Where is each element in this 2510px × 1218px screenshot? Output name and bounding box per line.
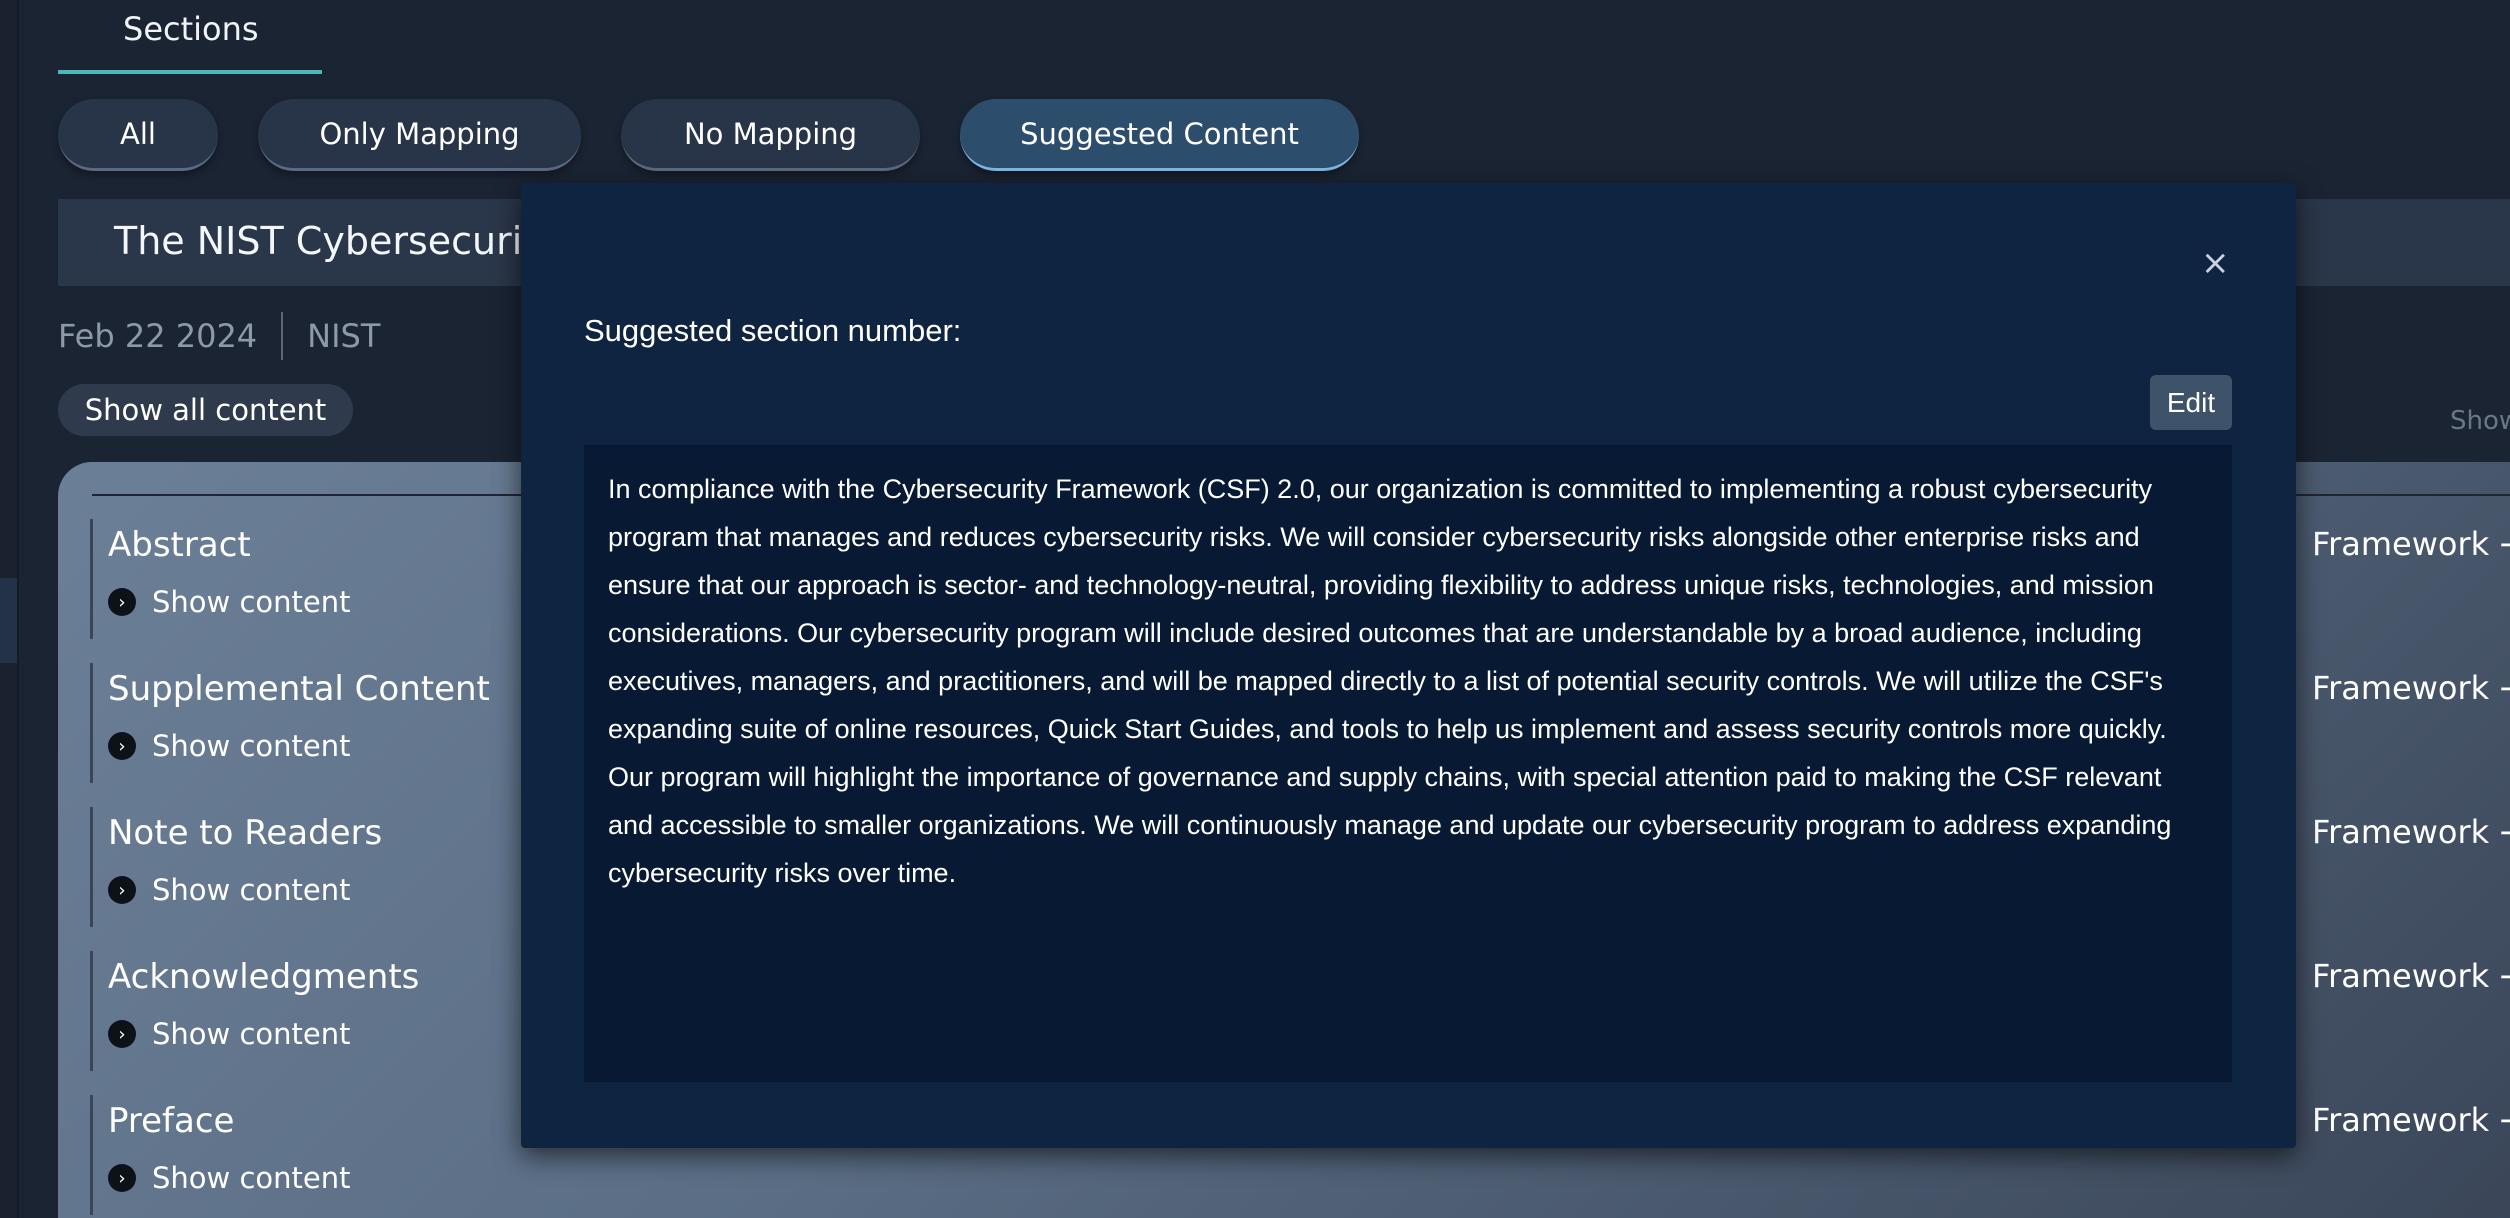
framework-link[interactable]: Framework →: [2312, 669, 2510, 707]
section-title: Note to Readers: [108, 813, 383, 853]
section-title: Preface: [108, 1101, 235, 1141]
left-nav-strip: [0, 0, 19, 1218]
suggested-section-label: Suggested section number:: [584, 313, 962, 348]
suggested-content-modal: × Suggested section number: Edit In comp…: [521, 183, 2296, 1148]
show-content-label: Show content: [152, 1161, 351, 1195]
chevron-right-icon: ›: [108, 876, 136, 904]
show-content-label: Show content: [152, 1017, 351, 1051]
show-content-toggle[interactable]: › Show content: [108, 1161, 351, 1195]
document-meta: Feb 22 2024 NIST: [58, 312, 380, 360]
section-title: Acknowledgments: [108, 957, 420, 997]
filter-no-mapping-button[interactable]: No Mapping: [621, 99, 920, 171]
tab-sections-label: Sections: [123, 10, 259, 48]
document-source: NIST: [307, 317, 381, 355]
show-content-label: Show content: [152, 729, 351, 763]
section-title: Abstract: [108, 525, 251, 565]
suggested-content-text[interactable]: In compliance with the Cybersecurity Fra…: [584, 445, 2232, 1082]
show-content-toggle[interactable]: › Show content: [108, 1017, 351, 1051]
show-right-label[interactable]: Show: [2450, 406, 2510, 436]
document-date: Feb 22 2024: [58, 317, 258, 355]
framework-link[interactable]: Framework →: [2312, 1101, 2510, 1139]
filter-all-button[interactable]: All: [58, 99, 218, 171]
arrow-right-icon: →: [2499, 669, 2510, 707]
framework-link[interactable]: Framework →: [2312, 813, 2510, 851]
chevron-right-icon: ›: [108, 1020, 136, 1048]
framework-link[interactable]: Framework →: [2312, 525, 2510, 563]
show-all-content-button[interactable]: Show all content: [58, 384, 353, 436]
chevron-right-icon: ›: [108, 732, 136, 760]
arrow-right-icon: →: [2499, 525, 2510, 563]
close-icon[interactable]: ×: [2201, 243, 2230, 283]
show-content-label: Show content: [152, 873, 351, 907]
show-content-toggle[interactable]: › Show content: [108, 585, 351, 619]
section-title: Supplemental Content: [108, 669, 490, 709]
arrow-right-icon: →: [2499, 1101, 2510, 1139]
arrow-right-icon: →: [2499, 957, 2510, 995]
meta-divider: [281, 312, 284, 360]
show-content-label: Show content: [152, 585, 351, 619]
arrow-right-icon: →: [2499, 813, 2510, 851]
tab-sections[interactable]: Sections: [58, 0, 322, 74]
tab-active-underline: [58, 70, 322, 74]
filter-only-mapping-button[interactable]: Only Mapping: [258, 99, 581, 171]
chevron-right-icon: ›: [108, 1164, 136, 1192]
show-content-toggle[interactable]: › Show content: [108, 873, 351, 907]
document-title: The NIST Cybersecurity: [114, 219, 560, 263]
chevron-right-icon: ›: [108, 588, 136, 616]
framework-link[interactable]: Framework →: [2312, 957, 2510, 995]
filter-suggested-content-button[interactable]: Suggested Content: [960, 99, 1359, 171]
show-content-toggle[interactable]: › Show content: [108, 729, 351, 763]
edit-button[interactable]: Edit: [2150, 375, 2232, 430]
